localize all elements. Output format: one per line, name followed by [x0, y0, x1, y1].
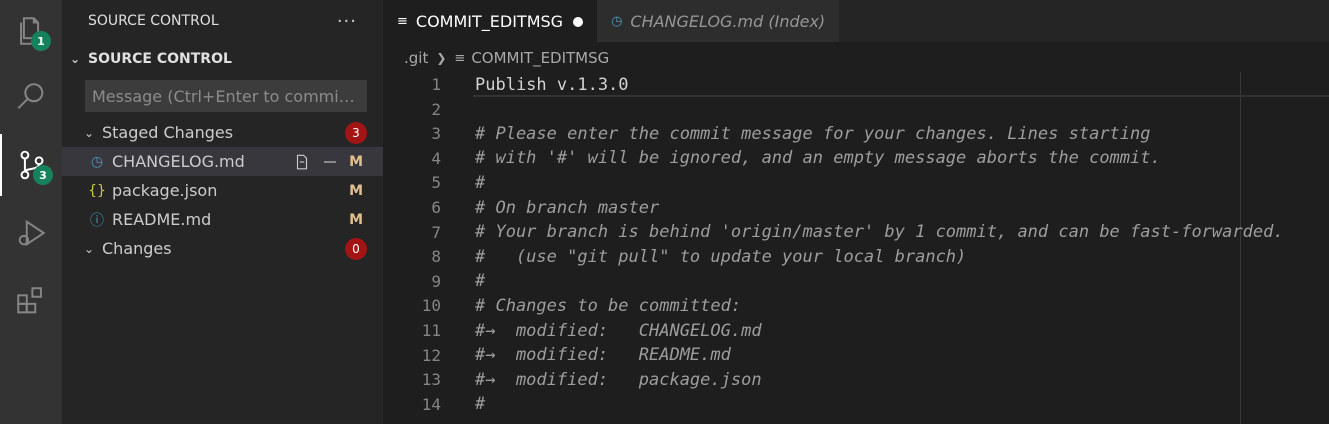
line-number: 5: [431, 173, 441, 193]
line-text: Publish v.1.3.0: [475, 74, 629, 95]
extensions-button[interactable]: [0, 270, 62, 332]
line-text: #: [475, 394, 486, 415]
line-number: 14: [421, 394, 441, 414]
commit-message-input[interactable]: [85, 80, 367, 112]
line-number: 10: [421, 296, 441, 316]
sidebar-title: SOURCE CONTROL: [88, 13, 219, 29]
sidebar-header: SOURCE CONTROL ···: [62, 0, 383, 42]
breadcrumb: .git ❯ ≡ COMMIT_EDITMSG: [383, 44, 1329, 72]
explorer-button[interactable]: 1: [0, 0, 62, 62]
run-debug-icon: [18, 219, 46, 247]
file-row-package-json[interactable]: {} package.json M: [62, 176, 383, 205]
code-line[interactable]: 7 # Your branch is behind 'origin/master'…: [383, 220, 1329, 245]
more-actions-button[interactable]: ···: [337, 11, 357, 32]
file-status: M: [349, 182, 363, 199]
code-line[interactable]: 11 #→ modified: CHANGELOG.md: [383, 318, 1329, 343]
tab-label: CHANGELOG.md (Index): [630, 11, 826, 31]
file-name: package.json: [112, 181, 218, 200]
changes-group[interactable]: ⌄ Changes 0: [62, 234, 383, 263]
changes-count-badge: 0: [345, 237, 367, 260]
tab-commit-editmsg[interactable]: ≡ COMMIT_EDITMSG: [383, 0, 598, 42]
line-text: # Please enter the commit message for yo…: [475, 123, 1151, 144]
tab-changelog-index[interactable]: ◷ CHANGELOG.md (Index): [597, 0, 841, 42]
tab-bar: ≡ COMMIT_EDITMSG ◷ CHANGELOG.md (Index): [383, 0, 1329, 42]
row-actions: [293, 153, 339, 171]
line-text: # Your branch is behind 'origin/master' …: [475, 222, 1284, 243]
lines-icon: ≡: [454, 50, 466, 66]
source-control-section[interactable]: ⌄ SOURCE CONTROL: [62, 44, 383, 74]
file-name: CHANGELOG.md: [112, 152, 245, 171]
file-row-changelog[interactable]: ◷ CHANGELOG.md M: [62, 147, 383, 176]
file-row-readme[interactable]: ⓘ README.md M: [62, 205, 383, 234]
file-status: M: [349, 153, 363, 170]
run-debug-button[interactable]: [0, 202, 62, 264]
code-line[interactable]: 5 #: [383, 170, 1329, 195]
unsaved-dot-icon: [573, 16, 584, 27]
line-text: # (use "git pull" to update your local b…: [475, 246, 967, 267]
code-line[interactable]: 12 #→ modified: README.md: [383, 343, 1329, 368]
line-text: #→ modified: README.md: [475, 345, 731, 366]
extensions-icon: [17, 287, 42, 314]
code-line[interactable]: 2: [383, 97, 1329, 122]
lines-icon: ≡: [397, 14, 408, 29]
activity-bar: 1 3: [0, 0, 62, 424]
scm-badge: 3: [33, 165, 53, 185]
line-text: #→ modified: CHANGELOG.md: [475, 320, 762, 341]
line-number: 6: [431, 198, 441, 217]
code-line[interactable]: 8 # (use "git pull" to update your local …: [383, 244, 1329, 269]
line-text: #: [475, 172, 486, 193]
file-status: M: [349, 211, 363, 228]
section-title: SOURCE CONTROL: [88, 51, 232, 67]
search-button[interactable]: [0, 66, 62, 128]
chevron-down-icon: ⌄: [83, 241, 95, 256]
chevron-right-icon: ❯: [436, 51, 447, 65]
source-control-button[interactable]: 3: [0, 134, 62, 196]
chevron-down-icon: ⌄: [83, 125, 95, 140]
code-line[interactable]: 9 #: [383, 269, 1329, 294]
file-name: README.md: [112, 210, 212, 229]
explorer-badge: 1: [31, 31, 51, 51]
code-line[interactable]: 10 # Changes to be committed:: [383, 293, 1329, 318]
line-number: 3: [431, 124, 441, 144]
code-line[interactable]: 13 #→ modified: package.json: [383, 367, 1329, 392]
clock-icon: ◷: [611, 13, 623, 29]
breadcrumb-file[interactable]: COMMIT_EDITMSG: [471, 49, 609, 67]
line-number: 2: [431, 99, 441, 119]
line-text: # On branch master: [475, 197, 660, 218]
code-editor[interactable]: 1 Publish v.1.3.0 2 3 # Please enter the com…: [383, 72, 1329, 424]
code-line[interactable]: 4 # with '#' will be ignored, and an empt…: [383, 146, 1329, 171]
breadcrumb-git[interactable]: .git: [404, 49, 428, 67]
line-number: 13: [421, 370, 441, 390]
line-number: 11: [421, 321, 441, 340]
code-line[interactable]: 14 #: [383, 392, 1329, 417]
staged-changes-group[interactable]: ⌄ Staged Changes 3: [62, 118, 383, 147]
info-icon: ⓘ: [90, 212, 104, 229]
line-number: 9: [431, 271, 441, 291]
search-icon: [17, 83, 44, 110]
line-number: 7: [431, 222, 441, 242]
tab-label: COMMIT_EDITMSG: [415, 12, 564, 31]
unstage-icon[interactable]: [321, 153, 339, 171]
line-text: #: [475, 271, 486, 292]
code-line[interactable]: 3 # Please enter the commit message for y…: [383, 121, 1329, 146]
changes-label: Changes: [102, 239, 172, 258]
json-icon: {}: [88, 182, 106, 199]
staged-count-badge: 3: [345, 121, 367, 144]
clock-icon: ◷: [90, 153, 104, 170]
line-number: 1: [431, 75, 441, 94]
line-text: # Changes to be committed:: [475, 295, 742, 316]
code-line[interactable]: 1 Publish v.1.3.0: [383, 72, 1329, 97]
line-number: 4: [431, 148, 441, 168]
sidebar: SOURCE CONTROL ··· ⌄ SOURCE CONTROL ⌄ St…: [62, 0, 383, 424]
editor-area: ≡ COMMIT_EDITMSG ◷ CHANGELOG.md (Index) …: [383, 0, 1329, 424]
open-file-icon[interactable]: [293, 153, 311, 171]
staged-changes-label: Staged Changes: [102, 123, 234, 142]
line-number: 12: [421, 345, 441, 365]
chevron-down-icon: ⌄: [69, 52, 81, 66]
line-text: # with '#' will be ignored, and an empty…: [475, 148, 1161, 169]
code-line[interactable]: 6 # On branch master: [383, 195, 1329, 220]
line-text: #→ modified: package.json: [475, 369, 762, 390]
line-number: 8: [431, 247, 441, 267]
